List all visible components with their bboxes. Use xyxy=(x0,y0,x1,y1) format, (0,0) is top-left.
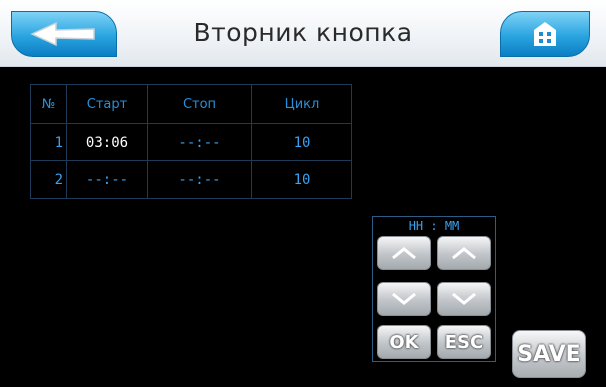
home-icon xyxy=(534,22,556,46)
start-time-field[interactable]: --:-- xyxy=(67,161,148,199)
cycle-field[interactable]: 10 xyxy=(252,124,352,161)
chevron-down-icon xyxy=(392,292,416,305)
time-keypad: HH : MM OK ESC xyxy=(372,216,496,362)
hours-up-button[interactable] xyxy=(377,236,431,270)
save-button[interactable]: SAVE xyxy=(512,330,586,378)
minutes-up-button[interactable] xyxy=(437,236,491,270)
column-header-cycle: Цикл xyxy=(284,96,320,112)
chevron-down-icon xyxy=(452,292,476,305)
esc-button[interactable]: ESC xyxy=(437,325,491,359)
ok-button[interactable]: OK xyxy=(377,325,431,359)
chevron-up-icon xyxy=(392,247,416,260)
stop-time-field[interactable]: --:-- xyxy=(148,161,252,199)
keypad-label: HH : MM xyxy=(408,219,460,233)
minutes-down-button[interactable] xyxy=(437,282,491,316)
row-number: 1 xyxy=(31,124,67,161)
row-number: 2 xyxy=(31,161,67,199)
hours-down-button[interactable] xyxy=(377,282,431,316)
table-row: 2 --:-- --:-- 10 xyxy=(31,160,351,199)
column-header-start: Старт xyxy=(67,85,148,123)
table-row: 1 03:06 --:-- 10 xyxy=(31,123,351,161)
home-button[interactable] xyxy=(500,11,590,57)
column-header-number: № xyxy=(31,85,67,123)
header-bar: Вторник кнопка xyxy=(0,0,606,67)
schedule-table: № Старт Стоп Цикл 1 03:06 --:-- 10 2 --:… xyxy=(30,84,352,199)
cycle-field[interactable]: 10 xyxy=(252,161,352,199)
chevron-up-icon xyxy=(452,247,476,260)
start-time-field[interactable]: 03:06 xyxy=(67,124,148,161)
stop-time-field[interactable]: --:-- xyxy=(148,124,252,161)
table-header-row: № Старт Стоп Цикл xyxy=(31,85,351,123)
column-header-stop: Стоп xyxy=(148,85,252,123)
